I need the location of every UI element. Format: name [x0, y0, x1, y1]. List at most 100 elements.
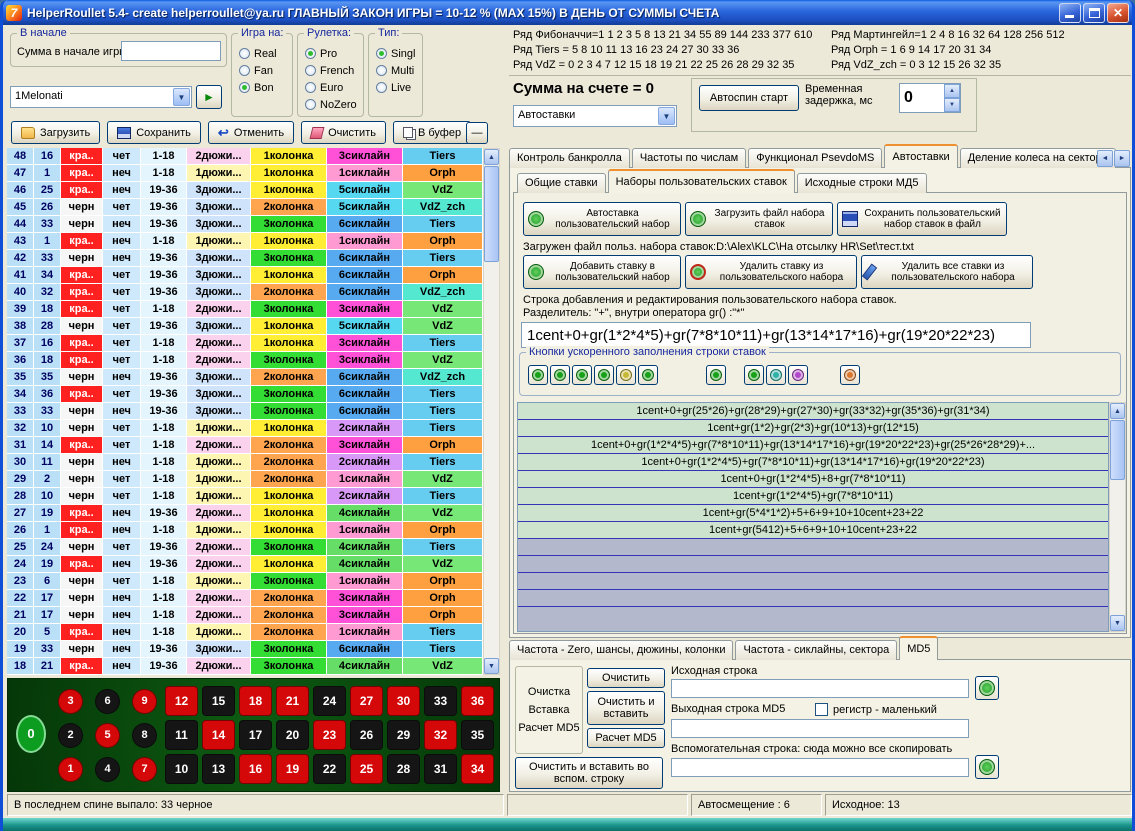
title-bar[interactable]: 7 HelperRoullet 5.4- create helperroulle… [0, 0, 1135, 25]
history-row[interactable]: 2810чернчет1-181дюжи...1колонка2сиклайнT… [7, 488, 483, 505]
tab-контроль-банкролла[interactable]: Контроль банкролла [509, 148, 630, 168]
quick-bet-button-11[interactable] [840, 365, 860, 385]
scroll-down-icon[interactable]: ▼ [1110, 615, 1125, 631]
subtab-исходные-строки-мд5[interactable]: Исходные строки МД5 [797, 173, 927, 193]
board-number-31[interactable]: 31 [424, 754, 457, 784]
radio-option-singl[interactable]: Singl [372, 45, 421, 62]
bet-list-scrollbar[interactable]: ▲ ▼ [1109, 402, 1126, 632]
subtab-общие-ставки[interactable]: Общие ставки [517, 173, 606, 193]
board-number-34[interactable]: 34 [461, 754, 494, 784]
maximize-button[interactable] [1083, 3, 1105, 23]
board-number-27[interactable]: 27 [350, 686, 383, 716]
md5-calc-button[interactable]: Расчет MD5 [587, 728, 665, 748]
history-row[interactable]: 2117черннеч1-182дюжи...2колонка3сиклайнO… [7, 607, 483, 624]
board-number-7[interactable]: 7 [132, 757, 157, 782]
history-row[interactable]: 4526чернчет19-363дюжи...2колонка5сиклайн… [7, 199, 483, 216]
board-number-21[interactable]: 21 [276, 686, 309, 716]
radio-option-nozero[interactable]: NoZero [301, 96, 362, 113]
tab-частота-zero-шансы-дюжины-колонки[interactable]: Частота - Zero, шансы, дюжины, колонки [509, 640, 733, 660]
tab-scroll-right-icon[interactable]: ► [1114, 150, 1130, 167]
history-row[interactable]: 4625кра..неч19-363дюжи...1колонка5сиклай… [7, 182, 483, 199]
bet-list-item[interactable]: 1cent+gr(5*4*1*2)+5+6+9+10+10cent+23+22 [518, 505, 1108, 522]
quick-bet-button-1[interactable] [528, 365, 548, 385]
history-row[interactable]: 431кра..неч1-181дюжи...1колонка1сиклайнO… [7, 233, 483, 250]
tab-частота-сиклайны-сектора[interactable]: Частота - сиклайны, сектора [735, 640, 897, 660]
history-row[interactable]: 3333черннеч19-363дюжи...3колонка6сиклайн… [7, 403, 483, 420]
radio-option-bon[interactable]: Bon [235, 79, 291, 96]
delete-bet-button[interactable]: Удалить ставку из пользовательского набо… [685, 255, 857, 289]
history-row[interactable]: 3535черннеч19-363дюжи...2колонка6сиклайн… [7, 369, 483, 386]
board-number-11[interactable]: 11 [165, 720, 198, 750]
board-number-25[interactable]: 25 [350, 754, 383, 784]
load-bet-set-file-button[interactable]: Загрузить файл набора ставок [685, 202, 833, 236]
add-bet-button[interactable]: Добавить ставку в пользовательский набор [523, 255, 681, 289]
board-number-17[interactable]: 17 [239, 720, 272, 750]
chevron-down-icon[interactable]: ▼ [658, 107, 675, 125]
radio-option-euro[interactable]: Euro [301, 79, 362, 96]
bet-list-item[interactable]: 1cent+0+gr(1*2*4*5)+gr(7*8*10*11)+gr(13*… [518, 437, 1108, 454]
quick-bet-button-5[interactable] [616, 365, 636, 385]
save-bet-set-file-button[interactable]: Сохранить пользовательский набор ставок … [837, 202, 1007, 236]
history-row[interactable]: 2719кра..неч19-362дюжи...1колонка4сиклай… [7, 505, 483, 522]
board-number-26[interactable]: 26 [350, 720, 383, 750]
board-number-18[interactable]: 18 [239, 686, 272, 716]
history-row[interactable]: 3114кра..чет1-182дюжи...2колонка3сиклайн… [7, 437, 483, 454]
bet-list-item[interactable]: 1cent+0+gr(25*26)+gr(28*29)+gr(27*30)+gr… [518, 403, 1108, 420]
radio-option-pro[interactable]: Pro [301, 45, 362, 62]
scroll-down-icon[interactable]: ▼ [484, 658, 499, 674]
board-number-29[interactable]: 29 [387, 720, 420, 750]
board-number-15[interactable]: 15 [202, 686, 235, 716]
bet-list-item[interactable]: 1cent+gr(1*2*4*5)+gr(7*8*10*11) [518, 488, 1108, 505]
radio-option-fan[interactable]: Fan [235, 62, 291, 79]
strategy-select[interactable]: 1Melonati ▼ [10, 86, 192, 108]
board-number-28[interactable]: 28 [387, 754, 420, 784]
close-button[interactable]: ✕ [1107, 3, 1129, 23]
delete-all-bets-button[interactable]: Удалить все ставки из пользовательского … [861, 255, 1033, 289]
md5-source-chip-button[interactable] [975, 676, 999, 700]
history-row[interactable]: 3436кра..чет19-363дюжи...3колонка6сиклай… [7, 386, 483, 403]
history-row[interactable]: 205кра..неч1-181дюжи...2колонка1сиклайнT… [7, 624, 483, 641]
md5-clear-paste-aux-button[interactable]: Очистить и вставить во вспом. строку [515, 757, 663, 789]
board-number-1[interactable]: 1 [58, 757, 83, 782]
bet-list-scrollbar-thumb[interactable] [1110, 420, 1125, 480]
start-sum-input[interactable] [121, 41, 221, 61]
play-button[interactable]: ► [196, 85, 222, 109]
radio-option-real[interactable]: Real [235, 45, 291, 62]
history-row[interactable]: 2217черннеч1-182дюжи...2колонка3сиклайнO… [7, 590, 483, 607]
quick-bet-button-7[interactable] [706, 365, 726, 385]
board-number-22[interactable]: 22 [313, 754, 346, 784]
autobet-mode-select[interactable]: Автоставки ▼ [513, 105, 677, 127]
toolbar-в-буфер-button[interactable]: В буфер [393, 121, 471, 144]
history-row[interactable]: 2524чернчет19-362дюжи...3колонка4сиклайн… [7, 539, 483, 556]
scroll-up-icon[interactable]: ▲ [1110, 403, 1125, 419]
md5-clear-paste-button[interactable]: Очистить и вставить [587, 691, 665, 725]
board-number-20[interactable]: 20 [276, 720, 309, 750]
case-checkbox[interactable] [815, 703, 828, 716]
board-number-36[interactable]: 36 [461, 686, 494, 716]
history-row[interactable]: 4134кра..чет19-363дюжи...1колонка6сиклай… [7, 267, 483, 284]
collapse-button[interactable]: — [466, 122, 488, 144]
board-number-33[interactable]: 33 [424, 686, 457, 716]
board-number-10[interactable]: 10 [165, 754, 198, 784]
board-number-13[interactable]: 13 [202, 754, 235, 784]
radio-option-live[interactable]: Live [372, 79, 421, 96]
board-number-3[interactable]: 3 [58, 689, 83, 714]
bet-list-item[interactable]: 1cent+gr(5412)+5+6+9+10+10cent+23+22 [518, 522, 1108, 539]
minimize-button[interactable] [1059, 3, 1081, 23]
board-number-2[interactable]: 2 [58, 723, 83, 748]
board-number-9[interactable]: 9 [132, 689, 157, 714]
board-number-4[interactable]: 4 [95, 757, 120, 782]
toolbar-загрузить-button[interactable]: Загрузить [11, 121, 100, 144]
quick-bet-button-2[interactable] [550, 365, 570, 385]
board-number-32[interactable]: 32 [424, 720, 457, 750]
board-number-12[interactable]: 12 [165, 686, 198, 716]
bet-list-item[interactable]: 1cent+gr(1*2)+gr(2*3)+gr(10*13)+gr(12*15… [518, 420, 1108, 437]
delay-input[interactable] [900, 84, 944, 112]
board-number-6[interactable]: 6 [95, 689, 120, 714]
history-row[interactable]: 1933черннеч19-363дюжи...3колонка6сиклайн… [7, 641, 483, 658]
history-scrollbar-thumb[interactable] [484, 166, 499, 262]
history-row[interactable]: 2419кра..неч19-362дюжи...1колонка4сиклай… [7, 556, 483, 573]
radio-option-french[interactable]: French [301, 62, 362, 79]
tab-автоставки[interactable]: Автоставки [884, 144, 957, 168]
history-row[interactable]: 4816кра..чет1-182дюжи...1колонка3сиклайн… [7, 148, 483, 165]
